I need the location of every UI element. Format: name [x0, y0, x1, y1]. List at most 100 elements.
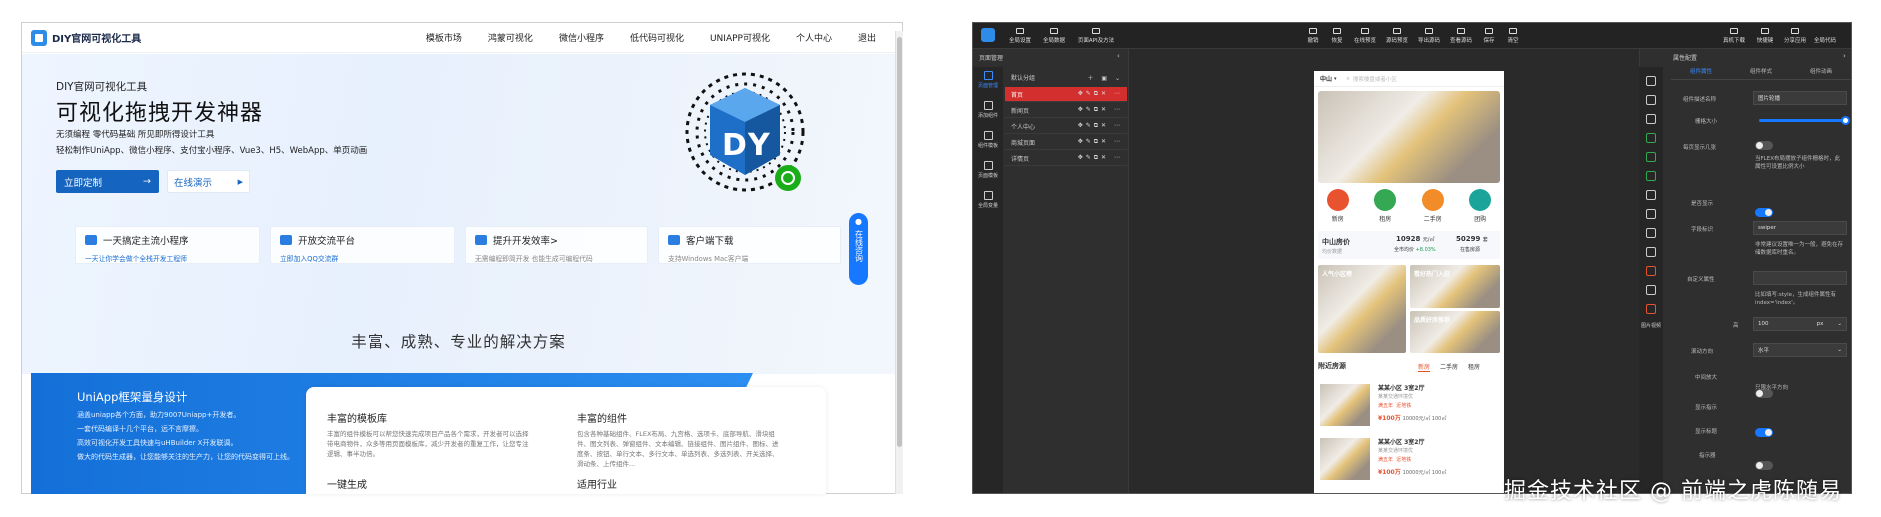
- tab-component-anim[interactable]: 组件动画: [1810, 67, 1832, 75]
- per-page-toggle[interactable]: [1755, 141, 1773, 150]
- tile-hot[interactable]: 看好热门入驻: [1410, 265, 1500, 308]
- feature-card-miniprogram[interactable]: 一天搞定主流小程序 一天让你学会做个全栈开发工程师: [75, 226, 260, 264]
- custom-attr-input[interactable]: [1753, 271, 1847, 285]
- icon-rent[interactable]: 租房: [1365, 189, 1405, 223]
- crop-icon[interactable]: [1646, 228, 1656, 238]
- height-input[interactable]: 100 px ⌄: [1753, 317, 1847, 331]
- tile-quality[interactable]: 品质好房推荐: [1410, 311, 1500, 353]
- trash-icon[interactable]: [1646, 266, 1656, 276]
- device-download-button[interactable]: 真机下载: [1718, 25, 1750, 44]
- group-actions-icon[interactable]: ＋ ▣ ⌄: [1087, 73, 1123, 82]
- tab-component-style[interactable]: 组件样式: [1750, 67, 1772, 75]
- stats-title: 中山房价: [1322, 238, 1350, 246]
- global-settings-button[interactable]: 全局设置: [1003, 25, 1037, 44]
- feature-card-download[interactable]: 客户端下载 支持Windows Mac客户端: [658, 226, 841, 264]
- link-icon[interactable]: [1646, 209, 1656, 219]
- global-vars-tab[interactable]: 全局变量: [973, 187, 1003, 217]
- cube-logo-icon: [31, 29, 47, 46]
- clear-button[interactable]: 清空: [1501, 25, 1525, 44]
- grid-size-slider[interactable]: [1759, 116, 1850, 125]
- svg-text:D: D: [722, 128, 747, 163]
- page-manager-title: 页面管理: [979, 55, 1004, 62]
- listing-item[interactable]: 某某小区 3室2厅 某某交通环境优 满五年 近地铁 ¥100万 10000元/㎡…: [1318, 381, 1500, 431]
- nav-profile[interactable]: 个人中心: [796, 31, 832, 44]
- stop-icon[interactable]: [1646, 304, 1656, 314]
- site-logo[interactable]: DIY官网可视化工具: [31, 29, 142, 46]
- tab-component-props[interactable]: 组件属性: [1690, 67, 1712, 75]
- promo-line-4: 做大的代码生成器，让您能够关注的生产力，让您的代码变得可上线。: [77, 453, 294, 461]
- page-actions-icon: ✥✎⧉✕ ⋯: [1077, 90, 1123, 97]
- website-scrollbar[interactable]: [895, 31, 903, 494]
- page-row-detail[interactable]: 详情页 ✥✎⧉✕ ⋯: [1005, 151, 1127, 166]
- nav-lowcode[interactable]: 低代码可视化: [630, 31, 684, 44]
- global-code-button[interactable]: 全局代码: [1810, 25, 1840, 44]
- page-api-button[interactable]: 页面API及方法: [1071, 25, 1121, 44]
- home-icon[interactable]: [1646, 133, 1656, 143]
- preview-button[interactable]: 在线预览: [1349, 25, 1381, 44]
- collapse-right-icon[interactable]: ›: [1843, 52, 1846, 60]
- online-help-button[interactable]: ● 在线咨询: [849, 213, 868, 285]
- download-icon[interactable]: [1646, 95, 1656, 105]
- layout-icon[interactable]: [1646, 152, 1656, 162]
- copy-icon[interactable]: [1646, 114, 1656, 124]
- add-component-tab[interactable]: 添加组件: [973, 97, 1003, 127]
- field-id-input[interactable]: swiper: [1753, 221, 1847, 235]
- tab-second[interactable]: 二手房: [1440, 362, 1458, 372]
- page-row-shop[interactable]: 商城页面 ✥✎⧉✕ ⋯: [1005, 135, 1127, 150]
- component-template-tab[interactable]: 组件模板: [973, 127, 1003, 157]
- prop-label: 滚动方向: [1691, 349, 1714, 355]
- nav-harmony[interactable]: 鸿蒙可视化: [488, 31, 533, 44]
- source-preview-button[interactable]: 源码预览: [1381, 25, 1413, 44]
- phone-search-input[interactable]: 搜索楼盘或者小区: [1353, 75, 1397, 83]
- page-actions-icon: ✥✎⧉✕ ⋯: [1077, 138, 1123, 145]
- feature-card-efficiency[interactable]: 提升开发效率> 无需编程即简开发 也能生成可编程代码: [465, 226, 648, 264]
- lock-icon[interactable]: [1646, 190, 1656, 200]
- card-title: 开放交流平台: [298, 236, 356, 247]
- grid-icon[interactable]: [1646, 171, 1656, 181]
- icon-new-house[interactable]: 新房: [1318, 189, 1358, 223]
- listing-item[interactable]: 某某小区 3室2厅 某某交通环境优 满五年 近地铁 ¥100万 10000元/㎡…: [1318, 435, 1500, 485]
- save-button[interactable]: 保存: [1477, 25, 1501, 44]
- icon-second-hand[interactable]: 二手房: [1413, 189, 1453, 223]
- solution-title-templates: 丰富的模板库: [327, 414, 387, 425]
- component-name-input[interactable]: 图片轮播: [1753, 91, 1847, 105]
- redo-button[interactable]: 恢复: [1325, 25, 1349, 44]
- banner-swiper-image[interactable]: [1318, 91, 1500, 183]
- page-row-home[interactable]: 首页 ✥✎⧉✕ ⋯: [1005, 87, 1127, 102]
- customize-button[interactable]: 立即定制 →: [56, 170, 159, 193]
- hide-icon[interactable]: [1646, 285, 1656, 295]
- tile-popular[interactable]: 人气小区榜: [1318, 265, 1406, 353]
- page-actions-icon: ✥✎⧉✕ ⋯: [1077, 154, 1123, 161]
- visible-toggle[interactable]: [1755, 208, 1773, 217]
- page-template-tab[interactable]: 页面模板: [973, 157, 1003, 187]
- tab-rent[interactable]: 租房: [1468, 362, 1480, 372]
- logo-text: DIY官网可视化工具: [52, 34, 142, 45]
- share-button[interactable]: 分享应用: [1780, 25, 1810, 44]
- demo-button[interactable]: 在线演示 ▶: [167, 170, 250, 193]
- export-button[interactable]: 导出源码: [1413, 25, 1445, 44]
- undo-button[interactable]: 撤销: [1301, 25, 1325, 44]
- show-title-toggle[interactable]: [1755, 461, 1773, 470]
- page-row-news[interactable]: 新闻页 ✥✎⧉✕ ⋯: [1005, 103, 1127, 118]
- show-indicator-toggle[interactable]: [1755, 428, 1773, 437]
- nav-wechat[interactable]: 微信小程序: [559, 31, 604, 44]
- tab-new[interactable]: 新房: [1418, 362, 1431, 372]
- nav-logout[interactable]: 退出: [858, 31, 876, 44]
- shortcuts-button[interactable]: 快捷键: [1750, 25, 1780, 44]
- scroll-direction-select[interactable]: 水平 ⌄: [1753, 343, 1847, 357]
- icon-group-buy[interactable]: 团购: [1460, 189, 1500, 223]
- city-select[interactable]: 中山: [1320, 74, 1332, 83]
- page-row-profile[interactable]: 个人中心 ✥✎⧉✕ ⋯: [1005, 119, 1127, 134]
- feature-card-community[interactable]: 开放交流平台 立即加入QQ交流群: [270, 226, 455, 264]
- nav-templates[interactable]: 模板市场: [426, 31, 462, 44]
- align-top-icon[interactable]: [1646, 76, 1656, 86]
- nav-uniapp[interactable]: UNIAPP可视化: [710, 31, 770, 44]
- collapse-left-icon[interactable]: ‹: [1117, 52, 1120, 60]
- view-source-button[interactable]: 查看源码: [1445, 25, 1477, 44]
- solution-desc-templates: 丰富的组件模板可以帮您快速完成项目产品各个需求，开发者可以选择带电商物件，众多等…: [327, 430, 529, 458]
- page-manager-tab[interactable]: 页面管理: [973, 67, 1003, 97]
- layers-icon[interactable]: [1646, 247, 1656, 257]
- prop-label: 栅格大小: [1695, 119, 1718, 125]
- solution-title-industries: 适用行业: [577, 480, 617, 491]
- global-data-button[interactable]: 全局数据: [1037, 25, 1071, 44]
